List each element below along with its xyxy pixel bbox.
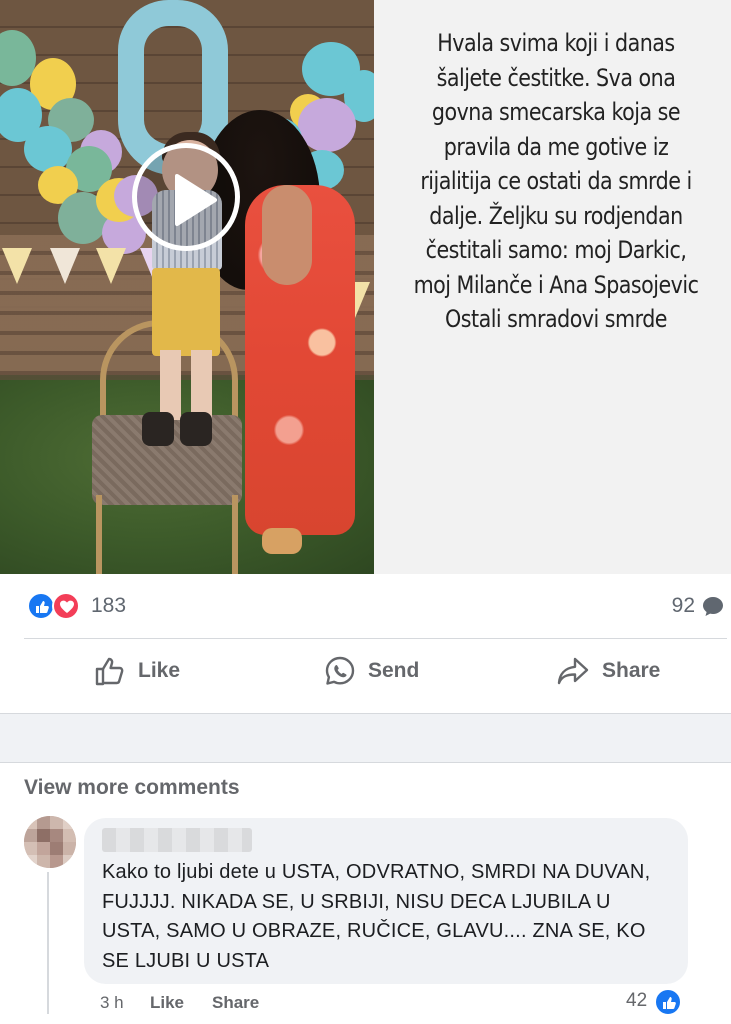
woman-arm: [262, 185, 312, 285]
comment-timestamp[interactable]: 3 h: [100, 993, 150, 1013]
avatar[interactable]: [24, 816, 76, 868]
share-arrow-icon: [557, 657, 589, 685]
reaction-count[interactable]: 183: [91, 594, 126, 618]
caption-line: Ostali smradovi smrde: [445, 305, 667, 333]
divider: [24, 638, 727, 639]
caption-line: govna smecarska koja se: [431, 98, 681, 126]
balloon: [24, 126, 72, 172]
comment-meta: 3 h Like Share: [100, 993, 259, 1013]
child-sandal: [180, 412, 212, 446]
post-photo[interactable]: [0, 0, 374, 574]
send-button[interactable]: Send: [324, 648, 419, 694]
comment-like-button[interactable]: Like: [150, 993, 212, 1013]
caption-line: čestitali samo: moj Darkic,: [425, 236, 687, 264]
caption-line: rijalitija ce ostati da smrde i: [420, 167, 692, 195]
play-icon: [175, 174, 217, 226]
post-media-row: Hvala svima koji i danas šaljete čestitke…: [0, 0, 731, 574]
child-sandal: [142, 412, 174, 446]
comment-count[interactable]: 92: [672, 594, 695, 618]
share-button[interactable]: Share: [556, 648, 660, 694]
like-label: Like: [138, 659, 181, 682]
reaction-icons[interactable]: [27, 592, 83, 620]
comment-bubble: Kako to ljubi dete u USTA, ODVRATNO, SMR…: [84, 818, 688, 984]
child-shorts: [152, 268, 220, 356]
like-button[interactable]: Like: [94, 648, 180, 694]
thumbs-up-icon: [95, 657, 124, 686]
post-caption: Hvala svima koji i danas šaljete čestitke…: [412, 26, 701, 337]
caption-line: Hvala svima koji i danas: [437, 29, 675, 57]
caption-line: šaljete čestitke. Sva ona: [436, 63, 676, 92]
love-reaction-icon: [52, 592, 80, 620]
play-video-button[interactable]: [132, 143, 240, 251]
comment-share-button[interactable]: Share: [212, 993, 259, 1013]
comment-bubble-icon: [703, 597, 723, 616]
whatsapp-icon: [325, 656, 355, 685]
comment-like-count[interactable]: 42: [626, 990, 647, 1012]
comment-like-badge-icon: [654, 988, 682, 1016]
comment-thread-line: [47, 872, 49, 1014]
like-reaction-icon: [27, 592, 55, 620]
reactions-row: 183 92: [0, 584, 731, 628]
post-action-bar: Like Send Share: [0, 648, 731, 694]
comment-text: Kako to ljubi dete u USTA, ODVRATNO, SMR…: [102, 861, 651, 972]
comment-author-name-blurred[interactable]: [102, 828, 252, 852]
child-legs: [160, 350, 212, 420]
share-label: Share: [602, 659, 661, 682]
view-more-comments-link[interactable]: View more comments: [24, 776, 240, 800]
send-label: Send: [368, 659, 420, 682]
caption-line: moj Milanče i Ana Spasojevic: [413, 270, 699, 299]
caption-panel: Hvala svima koji i danas šaljete čestitke…: [374, 0, 731, 574]
woman-feet: [262, 528, 302, 554]
caption-line: pravila da me gotive iz: [443, 132, 669, 161]
caption-line: dalje. Željku su rodjendan: [429, 201, 683, 230]
section-separator: [0, 713, 731, 763]
